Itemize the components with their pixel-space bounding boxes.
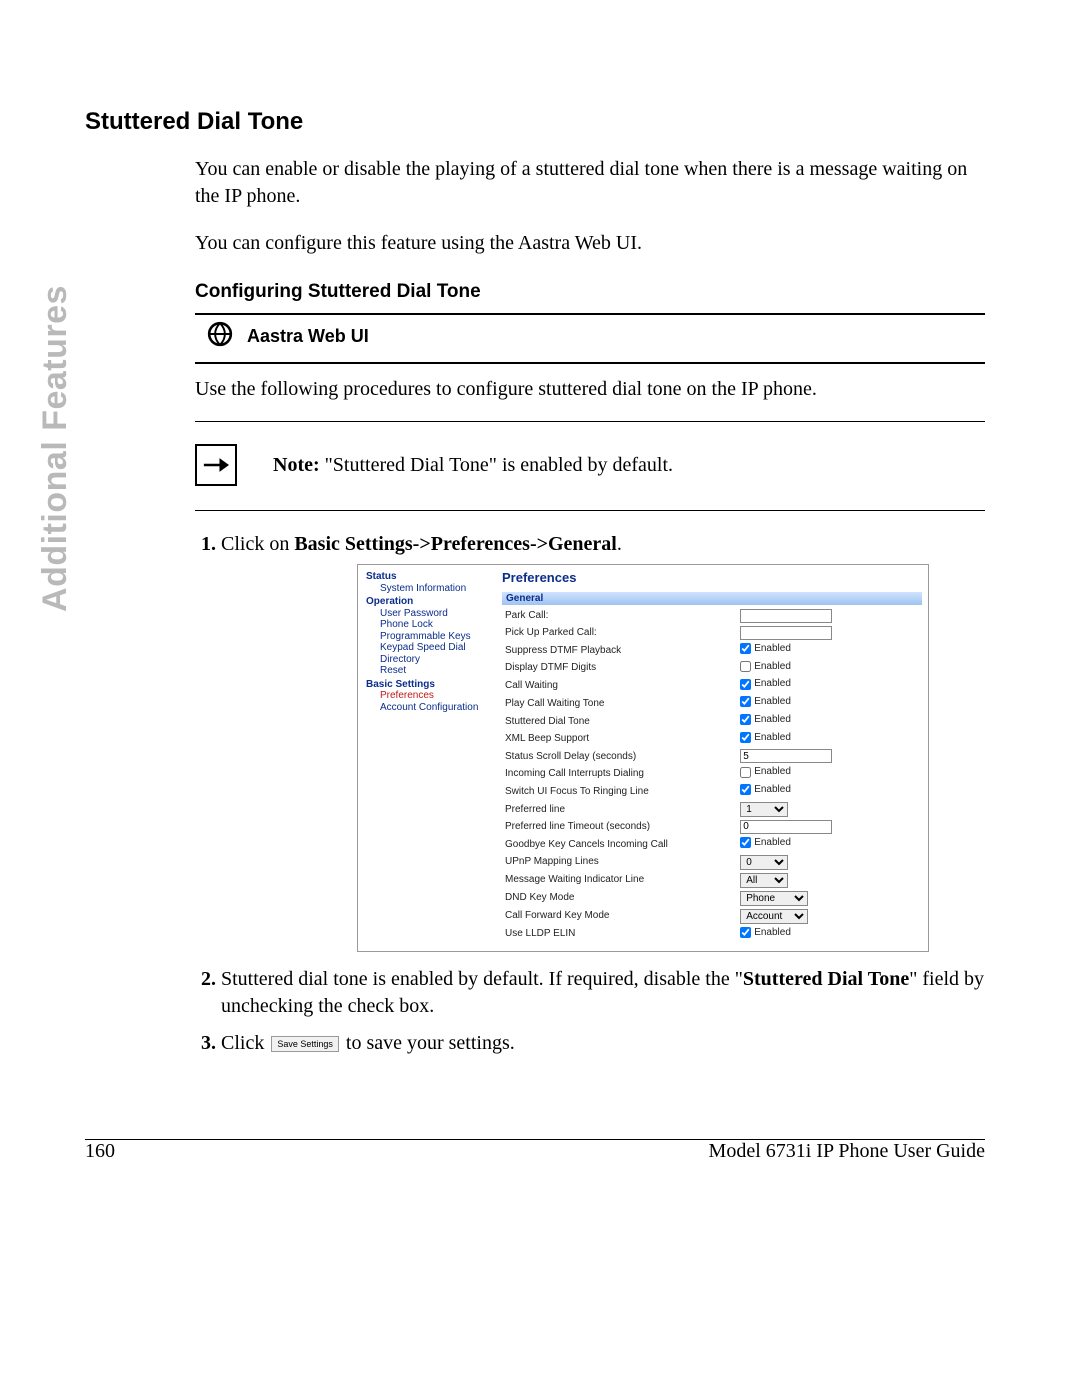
call-waiting-checkbox[interactable] (740, 679, 751, 690)
row-mwi-line-label: Message Waiting Indicator Line (502, 871, 737, 889)
preferred-line-timeout-input[interactable] (740, 820, 832, 834)
aastra-web-ui-label: Aastra Web UI (247, 326, 369, 347)
arrow-right-icon (195, 444, 237, 486)
divider (195, 421, 985, 422)
section-general: General (502, 592, 922, 606)
play-cw-tone-checkbox[interactable] (740, 696, 751, 707)
stuttered-dial-tone-checkbox[interactable] (740, 714, 751, 725)
mwi-line-select[interactable]: All (740, 873, 788, 888)
row-pickup-parked-label: Pick Up Parked Call: (502, 624, 737, 641)
preferences-title: Preferences (502, 571, 922, 586)
nav-operation-heading[interactable]: Operation (366, 596, 490, 608)
procedure-intro: Use the following procedures to configur… (195, 376, 985, 403)
note-label: Note: (273, 454, 320, 476)
row-call-waiting-label: Call Waiting (502, 677, 737, 695)
document-title: Model 6731i IP Phone User Guide (709, 1140, 985, 1163)
lldp-elin-checkbox[interactable] (740, 927, 751, 938)
row-status-scroll-delay-label: Status Scroll Delay (seconds) (502, 748, 737, 765)
nav-sidebar: Status System Information Operation User… (358, 565, 496, 951)
divider (195, 362, 985, 364)
nav-account-configuration[interactable]: Account Configuration (380, 702, 490, 714)
preferences-screenshot: Status System Information Operation User… (357, 564, 929, 952)
park-call-input[interactable] (740, 609, 832, 623)
nav-user-password[interactable]: User Password (380, 608, 490, 620)
nav-phone-lock[interactable]: Phone Lock (380, 619, 490, 631)
nav-system-information[interactable]: System Information (380, 583, 490, 595)
settings-table: Park Call: Pick Up Parked Call: Suppress… (502, 607, 922, 943)
row-xml-beep-label: XML Beep Support (502, 730, 737, 748)
row-goodbye-key-label: Goodbye Key Cancels Incoming Call (502, 835, 737, 853)
row-display-dtmf-label: Display DTMF Digits (502, 659, 737, 677)
row-upnp-label: UPnP Mapping Lines (502, 853, 737, 871)
intro-paragraph-2: You can configure this feature using the… (195, 230, 985, 257)
row-incoming-interrupts-label: Incoming Call Interrupts Dialing (502, 765, 737, 783)
nav-directory[interactable]: Directory (380, 654, 490, 666)
note-text: Note: "Stuttered Dial Tone" is enabled b… (273, 454, 673, 477)
note-body: "Stuttered Dial Tone" is enabled by defa… (320, 454, 673, 476)
nav-status-heading[interactable]: Status (366, 571, 490, 583)
row-dnd-mode-label: DND Key Mode (502, 889, 737, 907)
step-1: Click on Basic Settings->Preferences->Ge… (221, 531, 985, 952)
aastra-web-ui-heading: Aastra Web UI (207, 315, 985, 356)
nav-programmable-keys[interactable]: Programmable Keys (380, 631, 490, 643)
note-block: Note: "Stuttered Dial Tone" is enabled b… (195, 430, 985, 502)
incoming-interrupts-checkbox[interactable] (740, 767, 751, 778)
display-dtmf-checkbox[interactable] (740, 661, 751, 672)
page-title: Stuttered Dial Tone (85, 108, 985, 136)
divider (195, 510, 985, 511)
intro-paragraph-1: You can enable or disable the playing of… (195, 156, 985, 210)
row-play-cw-tone-label: Play Call Waiting Tone (502, 695, 737, 713)
upnp-select[interactable]: 0 (740, 855, 788, 870)
preferred-line-select[interactable]: 1 (740, 802, 788, 817)
pickup-parked-input[interactable] (740, 626, 832, 640)
nav-basic-settings-heading[interactable]: Basic Settings (366, 679, 490, 691)
switch-ui-focus-checkbox[interactable] (740, 784, 751, 795)
chapter-sidebar-text: Additional Features (36, 285, 75, 612)
step-2: Stuttered dial tone is enabled by defaul… (221, 966, 985, 1020)
suppress-dtmf-checkbox[interactable] (740, 643, 751, 654)
dnd-mode-select[interactable]: Phone (740, 891, 808, 906)
cfwd-mode-select[interactable]: Account (740, 909, 808, 924)
row-park-call-label: Park Call: (502, 607, 737, 624)
row-lldp-elin-label: Use LLDP ELIN (502, 925, 737, 943)
subsection-title: Configuring Stuttered Dial Tone (195, 281, 985, 303)
globe-icon (207, 321, 233, 352)
row-switch-ui-focus-label: Switch UI Focus To Ringing Line (502, 783, 737, 801)
row-suppress-dtmf-label: Suppress DTMF Playback (502, 641, 737, 659)
row-preferred-line-timeout-label: Preferred line Timeout (seconds) (502, 818, 737, 835)
goodbye-key-checkbox[interactable] (740, 837, 751, 848)
nav-keypad-speed-dial[interactable]: Keypad Speed Dial (380, 642, 490, 654)
chapter-sidebar-label: Additional Features (30, 108, 80, 468)
row-cfwd-mode-label: Call Forward Key Mode (502, 907, 737, 925)
row-stuttered-dial-tone-label: Stuttered Dial Tone (502, 712, 737, 730)
save-settings-button[interactable]: Save Settings (271, 1036, 339, 1052)
page-number: 160 (85, 1140, 115, 1163)
step-3: Click Save Settings to save your setting… (221, 1030, 985, 1057)
nav-reset[interactable]: Reset (380, 665, 490, 677)
xml-beep-checkbox[interactable] (740, 732, 751, 743)
row-preferred-line-label: Preferred line (502, 800, 737, 818)
nav-preferences[interactable]: Preferences (380, 690, 490, 702)
status-scroll-delay-input[interactable] (740, 749, 832, 763)
